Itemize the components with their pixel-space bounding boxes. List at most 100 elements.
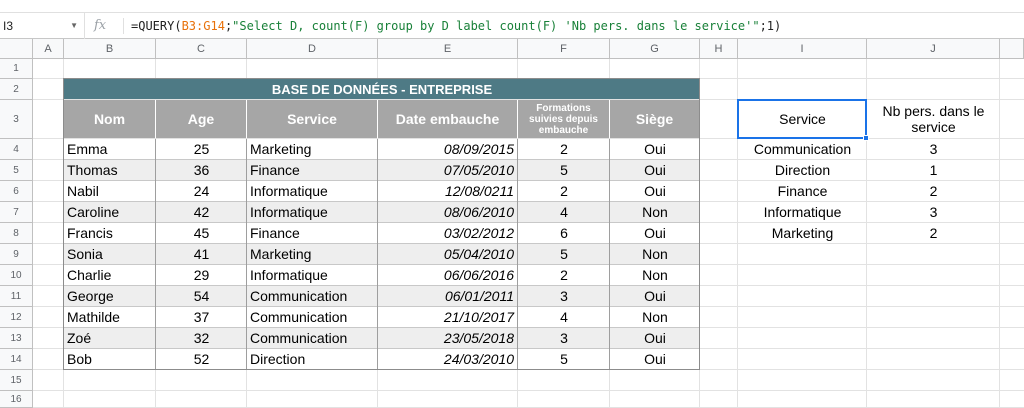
query-result-cell[interactable]: Direction (738, 160, 867, 180)
table-cell[interactable]: 4 (518, 307, 610, 327)
column-header-c[interactable]: C (156, 39, 247, 59)
name-box[interactable]: I3 ▼ (0, 13, 85, 39)
table-cell[interactable]: Bob (64, 349, 156, 369)
query-result-cell[interactable]: 3 (867, 139, 1000, 159)
table-cell[interactable]: 05/04/2010 (378, 244, 518, 264)
select-all-corner[interactable] (0, 39, 33, 59)
query-result-cell[interactable]: 2 (867, 181, 1000, 201)
table-cell[interactable]: 2 (518, 181, 610, 201)
table-cell[interactable]: Mathilde (64, 307, 156, 327)
table-cell[interactable]: 2 (518, 139, 610, 159)
table-cell[interactable]: 6 (518, 223, 610, 243)
query-result-cell[interactable]: 1 (867, 160, 1000, 180)
table-cell[interactable]: Marketing (247, 139, 378, 159)
row-header-3[interactable]: 3 (0, 100, 33, 139)
table-cell[interactable]: Marketing (247, 244, 378, 264)
row-header-11[interactable]: 11 (0, 286, 33, 307)
table-cell[interactable]: Non (610, 307, 700, 327)
table-cell[interactable]: Non (610, 265, 700, 285)
table-cell[interactable]: 21/10/2017 (378, 307, 518, 327)
table-cell[interactable]: Charlie (64, 265, 156, 285)
query-header-cell[interactable]: Nb pers. dans le service (867, 100, 1000, 138)
table-cell[interactable]: Zoé (64, 328, 156, 348)
row-header-16[interactable]: 16 (0, 391, 33, 408)
column-header-e[interactable]: E (378, 39, 518, 59)
query-header-cell[interactable]: Service (738, 100, 867, 138)
table-cell[interactable]: 37 (156, 307, 247, 327)
table-cell[interactable]: 54 (156, 286, 247, 306)
query-result-cell[interactable]: 3 (867, 202, 1000, 222)
table-cell[interactable]: Informatique (247, 181, 378, 201)
table-cell[interactable]: 23/05/2018 (378, 328, 518, 348)
table-cell[interactable]: 06/06/2016 (378, 265, 518, 285)
row-header-10[interactable]: 10 (0, 265, 33, 286)
table-cell[interactable]: 08/09/2015 (378, 139, 518, 159)
table-cell[interactable]: 29 (156, 265, 247, 285)
table-cell[interactable]: 42 (156, 202, 247, 222)
formula-input[interactable]: =QUERY(B3:G14;"Select D, count(F) group … (131, 13, 781, 39)
table-cell[interactable]: 3 (518, 286, 610, 306)
table-cell[interactable]: 4 (518, 202, 610, 222)
table-cell[interactable]: Non (610, 244, 700, 264)
column-header-b[interactable]: B (64, 39, 156, 59)
table-cell[interactable]: 25 (156, 139, 247, 159)
column-header-d[interactable]: D (247, 39, 378, 59)
query-result-cell[interactable]: Finance (738, 181, 867, 201)
table-cell[interactable]: Emma (64, 139, 156, 159)
table-cell[interactable]: 24/03/2010 (378, 349, 518, 369)
table-cell[interactable]: Nabil (64, 181, 156, 201)
table-cell[interactable]: Oui (610, 181, 700, 201)
table-cell[interactable]: Oui (610, 286, 700, 306)
table-cell[interactable]: 03/02/2012 (378, 223, 518, 243)
row-header-14[interactable]: 14 (0, 349, 33, 370)
table-cell[interactable]: Communication (247, 328, 378, 348)
table-cell[interactable]: 41 (156, 244, 247, 264)
chevron-down-icon[interactable]: ▼ (70, 13, 78, 39)
table-cell[interactable]: Oui (610, 349, 700, 369)
column-header-i[interactable]: I (738, 39, 867, 59)
table-cell[interactable]: Communication (247, 286, 378, 306)
table-cell[interactable]: Finance (247, 223, 378, 243)
table-cell[interactable]: 24 (156, 181, 247, 201)
row-header-1[interactable]: 1 (0, 59, 33, 79)
table-cell[interactable]: 08/06/2010 (378, 202, 518, 222)
table-cell[interactable]: Thomas (64, 160, 156, 180)
table-cell[interactable]: 5 (518, 160, 610, 180)
row-header-15[interactable]: 15 (0, 370, 33, 391)
table-cell[interactable]: 06/01/2011 (378, 286, 518, 306)
table-cell[interactable]: Sonia (64, 244, 156, 264)
table-cell[interactable]: Caroline (64, 202, 156, 222)
table-cell[interactable]: Oui (610, 160, 700, 180)
table-cell[interactable]: 52 (156, 349, 247, 369)
table-cell[interactable]: Oui (610, 328, 700, 348)
table-cell[interactable]: Communication (247, 307, 378, 327)
table-cell[interactable]: Finance (247, 160, 378, 180)
query-result-cell[interactable]: Informatique (738, 202, 867, 222)
table-cell[interactable]: Oui (610, 223, 700, 243)
table-cell[interactable]: Informatique (247, 265, 378, 285)
row-header-12[interactable]: 12 (0, 307, 33, 328)
column-header-h[interactable]: H (700, 39, 738, 59)
table-cell[interactable]: 45 (156, 223, 247, 243)
table-cell[interactable]: Informatique (247, 202, 378, 222)
table-cell[interactable]: George (64, 286, 156, 306)
column-header-f[interactable]: F (518, 39, 610, 59)
query-result-cell[interactable]: Marketing (738, 223, 867, 243)
table-cell[interactable]: Non (610, 202, 700, 222)
column-header-a[interactable]: A (33, 39, 64, 59)
column-header-partial[interactable] (1000, 39, 1024, 59)
table-cell[interactable]: 3 (518, 328, 610, 348)
row-header-9[interactable]: 9 (0, 244, 33, 265)
table-cell[interactable]: 07/05/2010 (378, 160, 518, 180)
row-header-13[interactable]: 13 (0, 328, 33, 349)
row-header-6[interactable]: 6 (0, 181, 33, 202)
row-header-2[interactable]: 2 (0, 79, 33, 100)
column-header-j[interactable]: J (867, 39, 1000, 59)
query-result-cell[interactable]: Communication (738, 139, 867, 159)
row-header-5[interactable]: 5 (0, 160, 33, 181)
table-cell[interactable]: 5 (518, 244, 610, 264)
table-cell[interactable]: 5 (518, 349, 610, 369)
table-cell[interactable]: Francis (64, 223, 156, 243)
table-cell[interactable]: 36 (156, 160, 247, 180)
table-cell[interactable]: Oui (610, 139, 700, 159)
